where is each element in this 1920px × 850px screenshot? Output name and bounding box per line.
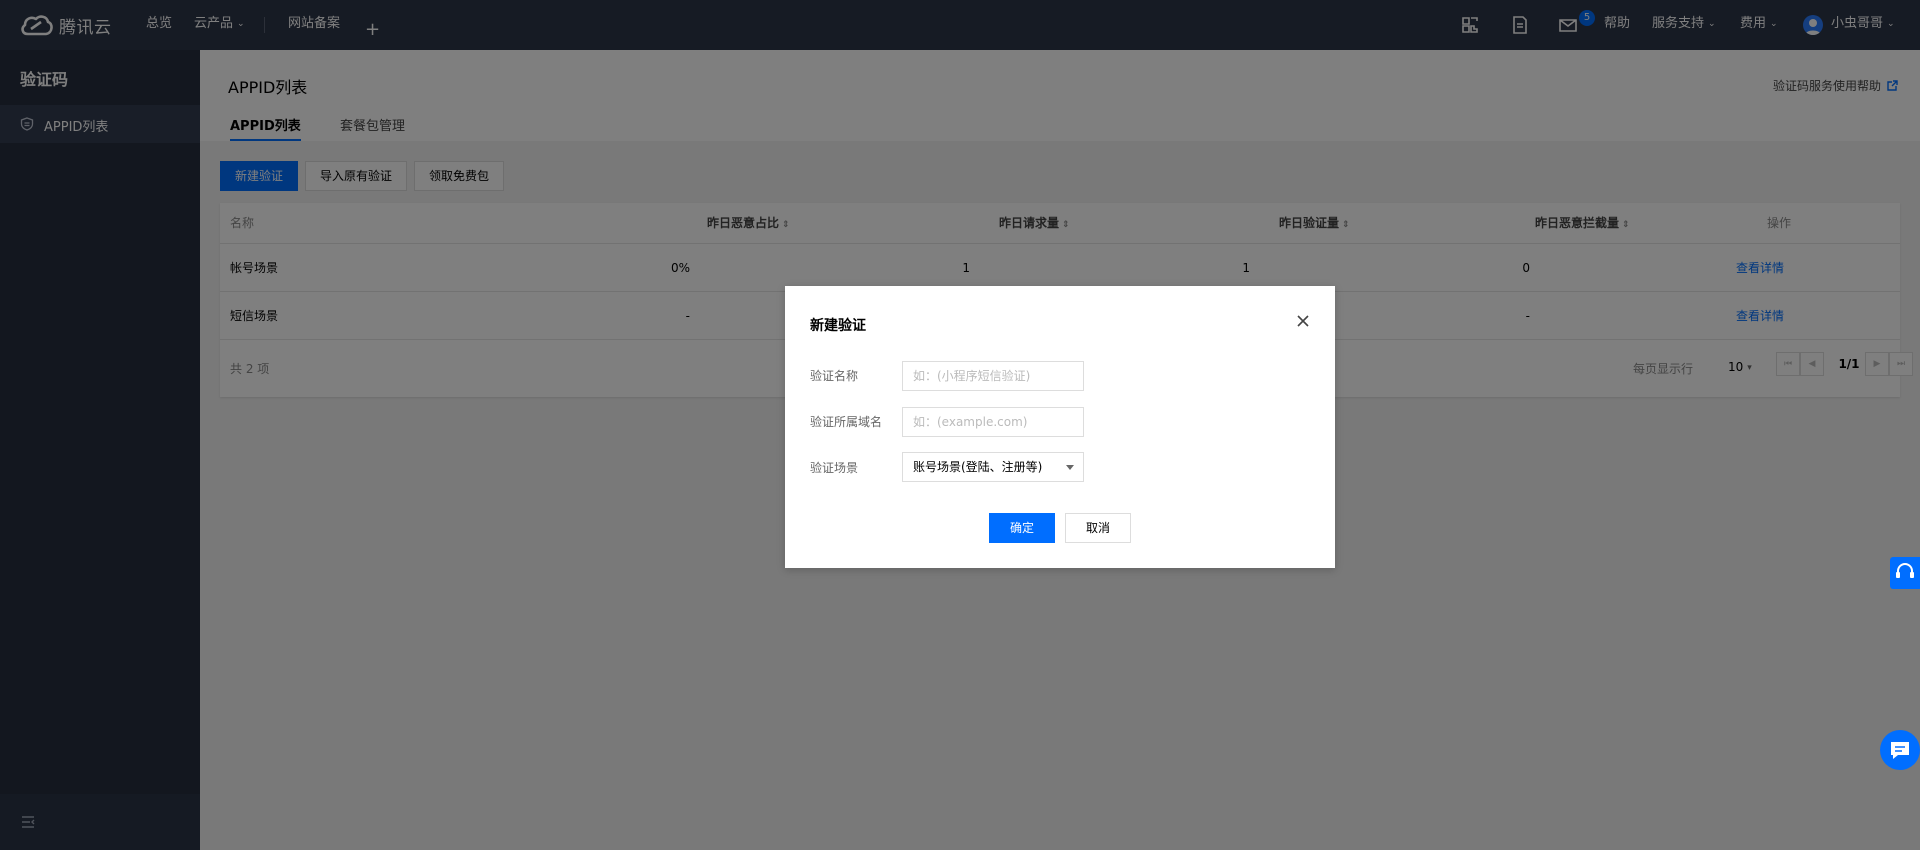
chat-button[interactable] — [1880, 730, 1920, 770]
customer-service-button[interactable] — [1890, 557, 1920, 589]
scene-select-value: 账号场景(登陆、注册等) — [913, 460, 1043, 474]
scene-select[interactable]: 账号场景(登陆、注册等) — [902, 452, 1084, 482]
verification-name-label: 验证名称 — [810, 369, 859, 383]
dropdown-arrow-icon — [1066, 465, 1074, 470]
domain-input[interactable] — [902, 407, 1084, 437]
headset-icon — [1896, 563, 1914, 578]
scene-label: 验证场景 — [810, 461, 859, 475]
dialog-title: 新建验证 — [810, 318, 866, 334]
domain-label: 验证所属域名 — [810, 415, 883, 429]
close-icon[interactable] — [1295, 313, 1311, 329]
cancel-button[interactable]: 取消 — [1065, 513, 1131, 543]
verification-name-input[interactable] — [902, 361, 1084, 391]
new-verification-dialog: 新建验证 验证名称 验证所属域名 验证场景 账号场景(登陆、注册等) 确定 取消 — [785, 286, 1335, 568]
confirm-button[interactable]: 确定 — [989, 513, 1055, 543]
chat-icon — [1891, 742, 1909, 759]
